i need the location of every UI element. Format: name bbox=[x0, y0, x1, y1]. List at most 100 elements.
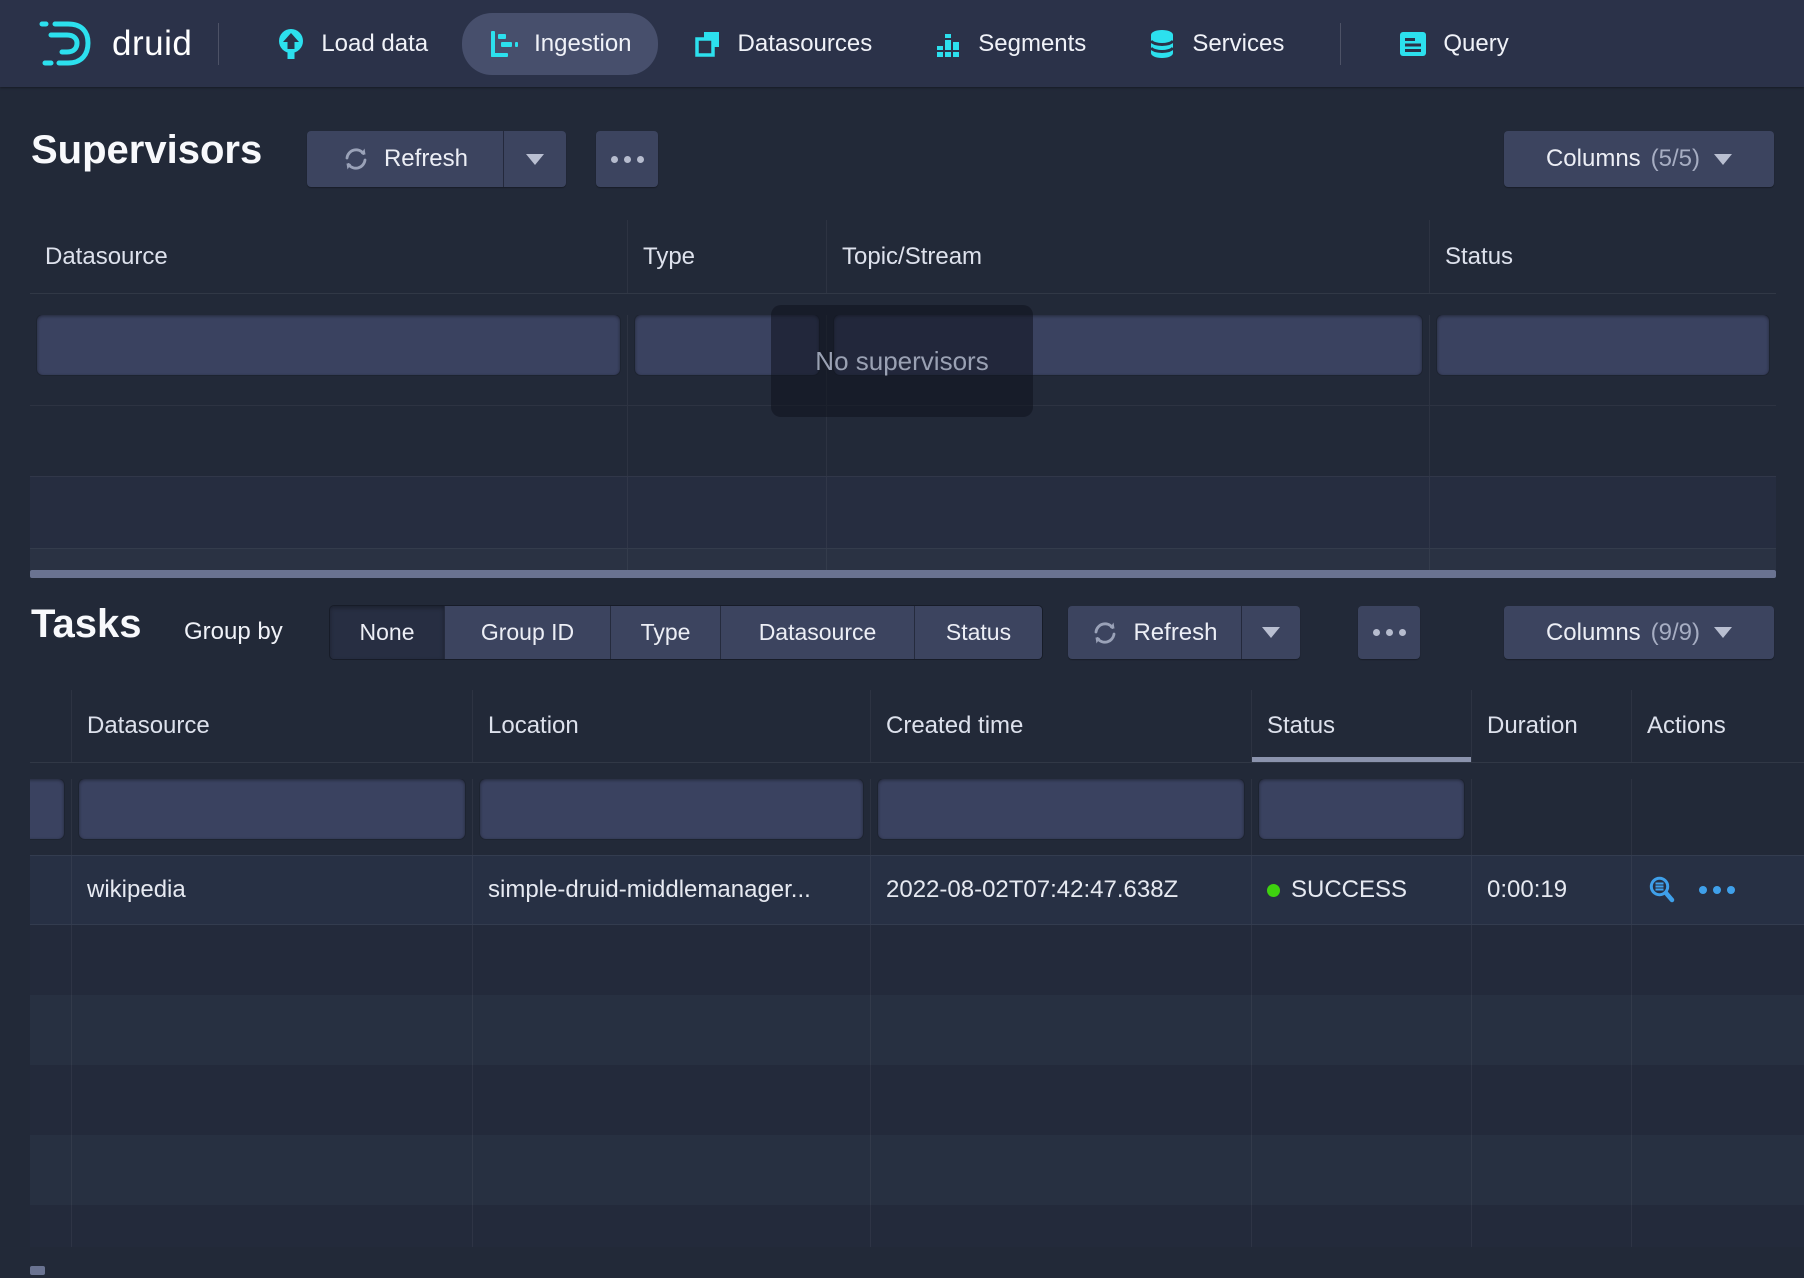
status-filter-input[interactable] bbox=[1437, 315, 1769, 375]
column-header-topic-stream[interactable]: Topic/Stream bbox=[827, 220, 1430, 293]
status-text: SUCCESS bbox=[1291, 876, 1407, 904]
empty-row bbox=[30, 1065, 1804, 1135]
nav-label: Ingestion bbox=[534, 30, 631, 58]
task-created-time-cell: 2022-08-02T07:42:47.638Z bbox=[871, 856, 1252, 924]
status-filter-input[interactable] bbox=[1259, 779, 1464, 839]
navbar-divider bbox=[1340, 23, 1341, 65]
group-by-type-button[interactable]: Type bbox=[610, 606, 720, 659]
refresh-label: Refresh bbox=[384, 145, 468, 173]
task-datasource-cell: wikipedia bbox=[72, 856, 473, 924]
refresh-main[interactable]: Refresh bbox=[1068, 606, 1241, 659]
column-header-actions[interactable]: Actions bbox=[1632, 690, 1804, 762]
load-data-icon bbox=[275, 28, 307, 60]
empty-row bbox=[30, 476, 1776, 548]
clipped-filter-input[interactable] bbox=[30, 779, 64, 839]
column-header-location[interactable]: Location bbox=[473, 690, 871, 762]
nav-label: Load data bbox=[321, 30, 428, 58]
nav-datasources[interactable]: Datasources bbox=[666, 13, 899, 75]
columns-count: (5/5) bbox=[1651, 145, 1700, 173]
created-time-filter-input[interactable] bbox=[878, 779, 1244, 839]
navbar-divider bbox=[218, 23, 219, 65]
tasks-title: Tasks bbox=[31, 602, 141, 647]
task-row-wikipedia: wikipedia simple-druid-middlemanager... … bbox=[30, 855, 1804, 925]
nav-label: Services bbox=[1192, 30, 1284, 58]
task-actions-more-icon[interactable] bbox=[1699, 886, 1735, 894]
task-location-cell: simple-druid-middlemanager... bbox=[473, 856, 871, 924]
empty-row bbox=[30, 995, 1804, 1065]
chevron-down-icon bbox=[1262, 627, 1280, 638]
task-duration-cell: 0:00:19 bbox=[1472, 856, 1632, 924]
group-by-label: Group by bbox=[184, 618, 283, 646]
empty-row bbox=[30, 925, 1804, 995]
column-header-status-sorted[interactable]: Status bbox=[1252, 690, 1472, 762]
task-detail-search-icon[interactable] bbox=[1647, 875, 1677, 905]
nav-label: Query bbox=[1443, 30, 1508, 58]
datasources-icon bbox=[692, 28, 724, 60]
refresh-label: Refresh bbox=[1133, 619, 1217, 647]
tasks-table: Datasource Location Created time Status … bbox=[30, 690, 1804, 1247]
supervisors-horizontal-scrollbar[interactable] bbox=[30, 570, 1776, 578]
supervisors-more-button[interactable] bbox=[596, 131, 658, 187]
supervisors-columns-button[interactable]: Columns (5/5) bbox=[1504, 131, 1774, 187]
group-by-group-id-button[interactable]: Group ID bbox=[444, 606, 610, 659]
more-icon bbox=[1373, 629, 1406, 636]
success-status-dot bbox=[1267, 884, 1280, 897]
navbar: druid Load data bbox=[0, 0, 1804, 87]
refresh-icon bbox=[342, 145, 370, 173]
column-header-datasource[interactable]: Datasource bbox=[30, 220, 628, 293]
column-header-duration[interactable]: Duration bbox=[1472, 690, 1632, 762]
tasks-filter-row bbox=[30, 763, 1804, 855]
status-header-label: Status bbox=[1267, 712, 1335, 740]
tasks-horizontal-scrollbar[interactable] bbox=[30, 1266, 45, 1275]
nav-query[interactable]: Query bbox=[1371, 13, 1534, 75]
datasource-filter-input[interactable] bbox=[37, 315, 620, 375]
location-filter-input[interactable] bbox=[480, 779, 863, 839]
clipped-row bbox=[30, 548, 1776, 570]
datasource-filter-input[interactable] bbox=[79, 779, 465, 839]
column-header-datasource[interactable]: Datasource bbox=[72, 690, 473, 762]
druid-console: druid Load data bbox=[0, 0, 1804, 1278]
tasks-columns-button[interactable]: Columns (9/9) bbox=[1504, 606, 1774, 659]
sort-indicator bbox=[1252, 757, 1471, 762]
brand-name: druid bbox=[112, 24, 192, 64]
tasks-refresh-button[interactable]: Refresh bbox=[1068, 606, 1300, 659]
refresh-icon bbox=[1091, 619, 1119, 647]
group-by-datasource-button[interactable]: Datasource bbox=[720, 606, 914, 659]
druid-logo[interactable]: druid bbox=[38, 16, 192, 72]
group-by-segmented-control: None Group ID Type Datasource Status bbox=[330, 606, 1042, 659]
nav-ingestion[interactable]: Ingestion bbox=[462, 13, 657, 75]
druid-logo-icon bbox=[38, 16, 100, 72]
column-header-clipped[interactable] bbox=[30, 690, 72, 762]
tasks-more-button[interactable] bbox=[1358, 606, 1420, 659]
nav-load-data[interactable]: Load data bbox=[249, 13, 454, 75]
supervisors-refresh-button[interactable]: Refresh bbox=[307, 131, 566, 187]
nav-label: Datasources bbox=[738, 30, 873, 58]
task-status-cell: SUCCESS bbox=[1252, 856, 1472, 924]
ingestion-icon bbox=[488, 28, 520, 60]
refresh-dropdown-caret[interactable] bbox=[503, 131, 566, 187]
column-header-status[interactable]: Status bbox=[1430, 220, 1776, 293]
services-icon bbox=[1146, 28, 1178, 60]
chevron-down-icon bbox=[1714, 154, 1732, 165]
tasks-header-row: Datasource Location Created time Status … bbox=[30, 690, 1804, 763]
group-by-status-button[interactable]: Status bbox=[914, 606, 1042, 659]
refresh-dropdown-caret[interactable] bbox=[1241, 606, 1300, 659]
segments-icon bbox=[932, 28, 964, 60]
clipped-row bbox=[30, 1205, 1804, 1247]
nav-segments[interactable]: Segments bbox=[906, 13, 1112, 75]
columns-count: (9/9) bbox=[1651, 619, 1700, 647]
supervisors-header-row: Datasource Type Topic/Stream Status bbox=[30, 220, 1776, 294]
query-icon bbox=[1397, 28, 1429, 60]
group-by-none-button[interactable]: None bbox=[330, 606, 444, 659]
column-header-created-time[interactable]: Created time bbox=[871, 690, 1252, 762]
columns-label: Columns bbox=[1546, 619, 1641, 647]
refresh-main[interactable]: Refresh bbox=[307, 131, 503, 187]
columns-label: Columns bbox=[1546, 145, 1641, 173]
nav-services[interactable]: Services bbox=[1120, 13, 1310, 75]
chevron-down-icon bbox=[526, 154, 544, 165]
empty-row bbox=[30, 1135, 1804, 1205]
nav-label: Segments bbox=[978, 30, 1086, 58]
supervisors-title: Supervisors bbox=[31, 128, 262, 173]
column-header-type[interactable]: Type bbox=[628, 220, 827, 293]
more-icon bbox=[611, 156, 644, 163]
